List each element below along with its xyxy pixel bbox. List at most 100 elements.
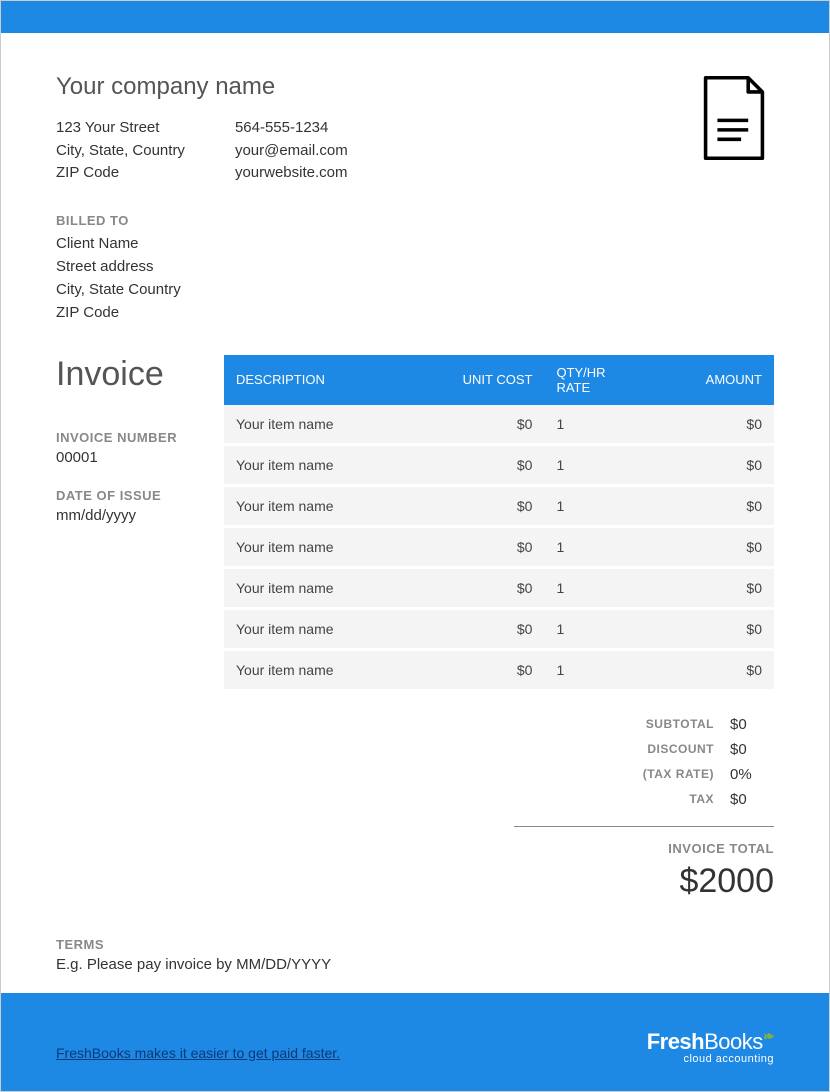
cell-qty: 1 bbox=[544, 608, 654, 649]
cell-qty: 1 bbox=[544, 405, 654, 445]
header-row: Your company name 123 Your Street City, … bbox=[56, 73, 774, 185]
company-address: 123 Your Street City, State, Country ZIP… bbox=[56, 117, 185, 185]
cell-unit-cost: $0 bbox=[405, 567, 545, 608]
client-street: Street address bbox=[56, 255, 774, 278]
company-phone: 564-555-1234 bbox=[235, 117, 348, 140]
company-street: 123 Your Street bbox=[56, 117, 185, 140]
company-website: yourwebsite.com bbox=[235, 162, 348, 185]
table-row: Your item name$01$0 bbox=[224, 405, 774, 445]
invoice-number-label: INVOICE NUMBER bbox=[56, 430, 206, 445]
col-amount: AMOUNT bbox=[654, 355, 774, 405]
cell-unit-cost: $0 bbox=[405, 444, 545, 485]
table-header-row: DESCRIPTION UNIT COST QTY/HR RATE AMOUNT bbox=[224, 355, 774, 405]
footer-cta-link[interactable]: FreshBooks makes it easier to get paid f… bbox=[56, 1045, 340, 1061]
invoice-meta-column: Invoice INVOICE NUMBER 00001 DATE OF ISS… bbox=[56, 355, 206, 901]
line-items-table: DESCRIPTION UNIT COST QTY/HR RATE AMOUNT… bbox=[224, 355, 774, 692]
cell-amount: $0 bbox=[654, 526, 774, 567]
company-name: Your company name bbox=[56, 73, 348, 101]
footer-bar: FreshBooks makes it easier to get paid f… bbox=[1, 993, 829, 1091]
invoice-total-amount: $2000 bbox=[514, 862, 774, 901]
cell-description: Your item name bbox=[224, 649, 405, 690]
cell-unit-cost: $0 bbox=[405, 608, 545, 649]
freshbooks-logo: FreshBooks❧ cloud accounting bbox=[647, 1029, 774, 1065]
table-row: Your item name$01$0 bbox=[224, 567, 774, 608]
cell-qty: 1 bbox=[544, 485, 654, 526]
taxrate-label: (TAX RATE) bbox=[514, 767, 730, 781]
invoice-date-label: DATE OF ISSUE bbox=[56, 488, 206, 503]
cell-description: Your item name bbox=[224, 608, 405, 649]
invoice-total-label: INVOICE TOTAL bbox=[514, 841, 774, 856]
cell-description: Your item name bbox=[224, 526, 405, 567]
cell-unit-cost: $0 bbox=[405, 649, 545, 690]
invoice-table-column: DESCRIPTION UNIT COST QTY/HR RATE AMOUNT… bbox=[224, 355, 774, 901]
cell-description: Your item name bbox=[224, 485, 405, 526]
client-zip: ZIP Code bbox=[56, 301, 774, 324]
subtotal-value: $0 bbox=[730, 716, 774, 733]
company-contact-row: 123 Your Street City, State, Country ZIP… bbox=[56, 117, 348, 185]
cell-description: Your item name bbox=[224, 567, 405, 608]
cell-amount: $0 bbox=[654, 649, 774, 690]
tax-label: TAX bbox=[514, 792, 730, 806]
page-content: Your company name 123 Your Street City, … bbox=[1, 33, 829, 993]
brand-thin: Books bbox=[704, 1029, 763, 1054]
terms-label: TERMS bbox=[56, 937, 774, 952]
cell-amount: $0 bbox=[654, 567, 774, 608]
tax-value: $0 bbox=[730, 791, 774, 808]
totals-block: SUBTOTAL $0 DISCOUNT $0 (TAX RATE) 0% TA… bbox=[514, 712, 774, 901]
invoice-number-block: INVOICE NUMBER 00001 bbox=[56, 430, 206, 466]
terms-block: TERMS E.g. Please pay invoice by MM/DD/Y… bbox=[56, 937, 774, 973]
taxrate-value: 0% bbox=[730, 766, 774, 783]
brand-bold: Fresh bbox=[647, 1029, 704, 1054]
leaf-icon: ❧ bbox=[761, 1027, 775, 1046]
invoice-page: Your company name 123 Your Street City, … bbox=[0, 0, 830, 1092]
cell-amount: $0 bbox=[654, 608, 774, 649]
cell-qty: 1 bbox=[544, 526, 654, 567]
cell-amount: $0 bbox=[654, 485, 774, 526]
main-row: Invoice INVOICE NUMBER 00001 DATE OF ISS… bbox=[56, 355, 774, 901]
subtotal-row: SUBTOTAL $0 bbox=[514, 712, 774, 737]
company-block: Your company name 123 Your Street City, … bbox=[56, 73, 348, 185]
table-row: Your item name$01$0 bbox=[224, 649, 774, 690]
col-description: DESCRIPTION bbox=[224, 355, 405, 405]
client-city: City, State Country bbox=[56, 278, 774, 301]
cell-qty: 1 bbox=[544, 649, 654, 690]
cell-qty: 1 bbox=[544, 444, 654, 485]
brand-name: FreshBooks❧ bbox=[647, 1029, 774, 1055]
top-color-bar bbox=[1, 1, 829, 33]
table-row: Your item name$01$0 bbox=[224, 485, 774, 526]
tax-row: TAX $0 bbox=[514, 787, 774, 812]
company-city: City, State, Country bbox=[56, 140, 185, 163]
taxrate-row: (TAX RATE) 0% bbox=[514, 762, 774, 787]
company-zip: ZIP Code bbox=[56, 162, 185, 185]
discount-row: DISCOUNT $0 bbox=[514, 737, 774, 762]
cell-amount: $0 bbox=[654, 444, 774, 485]
invoice-number: 00001 bbox=[56, 449, 206, 466]
client-lines: Client Name Street address City, State C… bbox=[56, 232, 774, 325]
invoice-date: mm/dd/yyyy bbox=[56, 507, 206, 524]
company-email: your@email.com bbox=[235, 140, 348, 163]
document-icon bbox=[694, 73, 774, 168]
table-row: Your item name$01$0 bbox=[224, 444, 774, 485]
discount-label: DISCOUNT bbox=[514, 742, 730, 756]
terms-text: E.g. Please pay invoice by MM/DD/YYYY bbox=[56, 956, 774, 973]
cell-description: Your item name bbox=[224, 444, 405, 485]
subtotal-label: SUBTOTAL bbox=[514, 717, 730, 731]
cell-qty: 1 bbox=[544, 567, 654, 608]
billed-to-label: BILLED TO bbox=[56, 213, 774, 228]
table-row: Your item name$01$0 bbox=[224, 608, 774, 649]
cell-unit-cost: $0 bbox=[405, 485, 545, 526]
company-contact: 564-555-1234 your@email.com yourwebsite.… bbox=[235, 117, 348, 185]
totals-divider bbox=[514, 826, 774, 827]
cell-amount: $0 bbox=[654, 405, 774, 445]
invoice-date-block: DATE OF ISSUE mm/dd/yyyy bbox=[56, 488, 206, 524]
billed-to-block: BILLED TO Client Name Street address Cit… bbox=[56, 213, 774, 325]
invoice-title: Invoice bbox=[56, 355, 206, 394]
table-row: Your item name$01$0 bbox=[224, 526, 774, 567]
cell-unit-cost: $0 bbox=[405, 405, 545, 445]
client-name: Client Name bbox=[56, 232, 774, 255]
col-unit-cost: UNIT COST bbox=[405, 355, 545, 405]
cell-description: Your item name bbox=[224, 405, 405, 445]
col-qty: QTY/HR RATE bbox=[544, 355, 654, 405]
cell-unit-cost: $0 bbox=[405, 526, 545, 567]
discount-value: $0 bbox=[730, 741, 774, 758]
